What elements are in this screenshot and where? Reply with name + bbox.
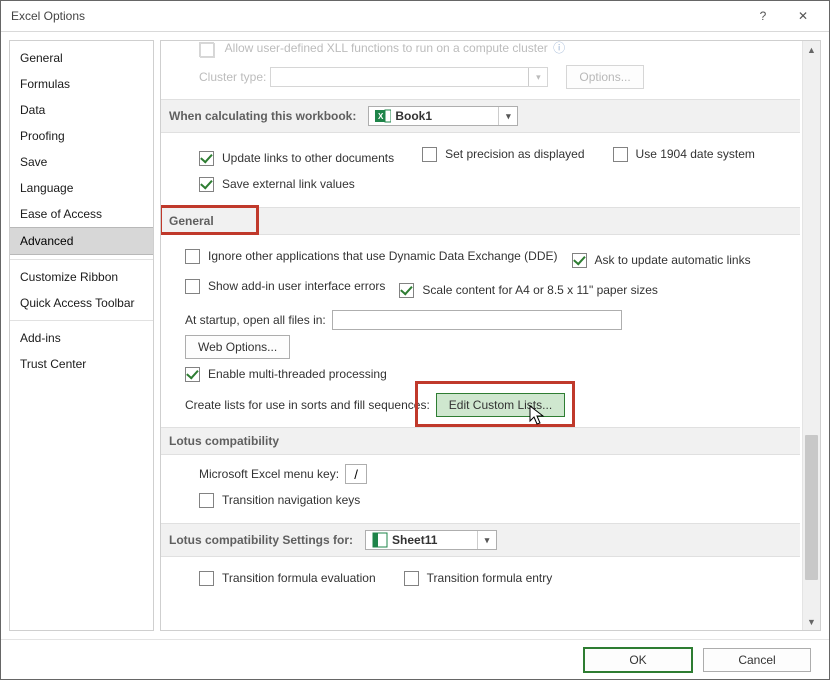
option-label: Transition formula entry [427,571,553,585]
checkbox[interactable] [199,571,214,586]
scroll-track[interactable] [803,58,820,613]
option-row: Transition formula evaluation [171,567,376,589]
section-heading-lotus-settings: Lotus compatibility Settings for: [169,533,353,547]
checkbox[interactable] [199,151,214,166]
sidebar-item-data[interactable]: Data [10,97,153,123]
option-row: Update links to other documents [171,147,394,169]
checkbox[interactable] [199,177,214,192]
option-label: Use 1904 date system [636,147,755,161]
close-icon: ✕ [798,9,808,23]
section-heading-general: General [161,207,800,235]
checkbox[interactable] [572,253,587,268]
option-label: Save external link values [222,177,355,191]
sidebar-item-ease-of-access[interactable]: Ease of Access [10,201,153,227]
checkbox[interactable] [422,147,437,162]
option-label: Show add-in user interface errors [208,279,385,293]
checkbox[interactable] [199,493,214,508]
menu-key-input[interactable] [345,464,367,484]
sidebar-item-advanced[interactable]: Advanced [10,227,153,255]
option-label: Scale content for A4 or 8.5 x 11" paper … [422,283,658,297]
cluster-type-label: Cluster type: [199,70,266,84]
checkbox[interactable] [404,571,419,586]
option-row: Ask to update automatic links [558,249,751,271]
cluster-type-dropdown: ▾ [270,67,548,87]
edit-custom-lists-button[interactable]: Edit Custom Lists... [436,393,565,417]
sidebar-item-formulas[interactable]: Formulas [10,71,153,97]
option-row: Save external link values [171,173,355,195]
option-row: Show add-in user interface errors [171,275,385,297]
option-label: Set precision as displayed [445,147,584,161]
sheet-name: Sheet11 [392,533,437,547]
svg-text:X: X [378,112,384,121]
option-row: Transition formula entry [376,567,553,589]
option-label: Ignore other applications that use Dynam… [208,249,558,263]
ok-button[interactable]: OK [583,647,693,673]
option-row: Use 1904 date system [585,143,755,165]
custom-lists-label: Create lists for use in sorts and fill s… [185,398,430,412]
sheet-icon [372,532,388,548]
checkbox[interactable] [613,147,628,162]
sidebar-item-quick-access-toolbar[interactable]: Quick Access Toolbar [10,290,153,316]
sidebar-item-trust-center[interactable]: Trust Center [10,351,153,377]
sidebar-item-proofing[interactable]: Proofing [10,123,153,149]
cluster-options-button: Options... [566,65,643,89]
option-label: Update links to other documents [222,151,394,165]
option-row: Scale content for A4 or 8.5 x 11" paper … [385,279,658,301]
startup-label: At startup, open all files in: [185,313,326,327]
info-icon: ⓘ [553,41,565,55]
workbook-name: Book1 [395,109,432,123]
category-sidebar: GeneralFormulasDataProofingSaveLanguageE… [9,40,154,631]
chevron-down-icon: ▾ [477,531,496,549]
checkbox[interactable] [185,279,200,294]
chevron-down-icon: ▾ [498,107,517,125]
cancel-button[interactable]: Cancel [703,648,811,672]
section-heading-lotus: Lotus compatibility [161,427,800,455]
option-label: Ask to update automatic links [595,253,751,267]
options-scroll-pane: Allow user-defined XLL functions to run … [161,41,820,630]
checkbox[interactable] [185,367,200,382]
option-row: Ignore other applications that use Dynam… [171,245,558,267]
sidebar-item-language[interactable]: Language [10,175,153,201]
checkbox[interactable] [399,283,414,298]
transition-nav-keys-label: Transition navigation keys [222,493,360,507]
truncated-option-label: Allow user-defined XLL functions to run … [225,41,548,55]
help-button[interactable]: ? [743,1,783,31]
window-title: Excel Options [11,9,743,23]
sidebar-item-general[interactable]: General [10,45,153,71]
scroll-thumb[interactable] [805,435,818,579]
section-heading-calculating: When calculating this workbook: [169,109,356,123]
workbook-dropdown[interactable]: X Book1 ▾ [368,106,518,126]
vertical-scrollbar[interactable]: ▲ ▼ [802,41,820,630]
scroll-down-arrow[interactable]: ▼ [803,613,820,630]
sheet-dropdown[interactable]: Sheet11 ▾ [365,530,497,550]
menu-key-label: Microsoft Excel menu key: [199,467,339,481]
web-options-button[interactable]: Web Options... [185,335,290,359]
option-label: Transition formula evaluation [222,571,376,585]
sidebar-item-save[interactable]: Save [10,149,153,175]
close-button[interactable]: ✕ [783,1,823,31]
checkbox[interactable] [185,249,200,264]
option-row: Set precision as displayed [394,143,584,165]
sidebar-item-customize-ribbon[interactable]: Customize Ribbon [10,259,153,290]
startup-path-input[interactable] [332,310,622,330]
scroll-up-arrow[interactable]: ▲ [803,41,820,58]
help-icon: ? [760,9,767,23]
excel-workbook-icon: X [375,108,391,124]
multithread-label: Enable multi-threaded processing [208,367,387,381]
sidebar-item-add-ins[interactable]: Add-ins [10,320,153,351]
